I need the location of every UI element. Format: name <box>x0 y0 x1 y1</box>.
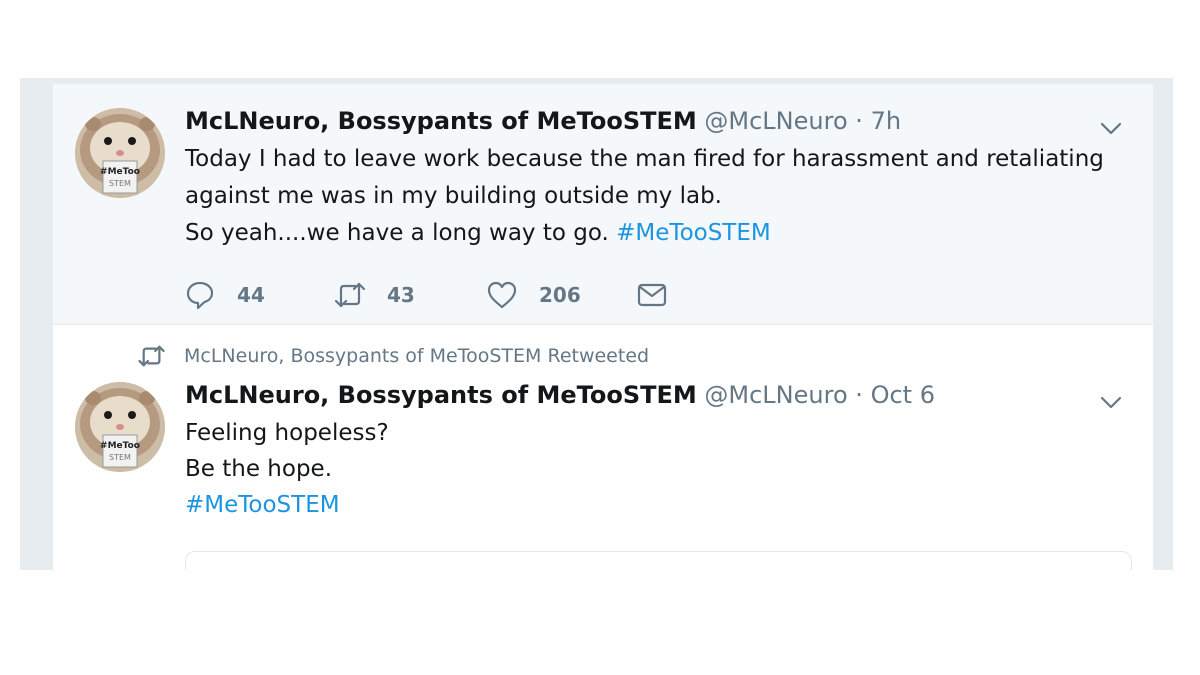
retweet-icon <box>138 345 165 367</box>
avatar-badge-text: #MeToo <box>100 441 140 451</box>
tweet-header: McLNeuro, Bossypants of MeTooSTEM @McLNe… <box>185 380 935 410</box>
retweet-count: 43 <box>387 283 415 307</box>
hashtag-link[interactable]: #MeTooSTEM <box>185 492 340 518</box>
tweet-text-line: So yeah....we have a long way to go. #Me… <box>185 215 1115 252</box>
retweet-icon <box>335 282 365 308</box>
chevron-down-icon[interactable] <box>1099 116 1123 140</box>
chevron-down-icon[interactable] <box>1099 390 1123 414</box>
heart-icon <box>487 281 517 309</box>
reply-button[interactable]: 44 <box>185 277 265 313</box>
timeline-frame: #MeToo STEM McLNeuro, Bossypants of MeTo… <box>20 78 1173 570</box>
tweet[interactable]: #MeToo STEM McLNeuro, Bossypants of MeTo… <box>53 84 1153 325</box>
tweet-text-line: Today I had to leave work because the ma… <box>185 146 1104 172</box>
tweet[interactable]: McLNeuro, Bossypants of MeTooSTEM Retwee… <box>53 326 1153 570</box>
timestamp[interactable]: Oct 6 <box>871 381 935 409</box>
tweet-text-line: against me was in my building outside my… <box>185 183 722 209</box>
retweeter-link[interactable]: McLNeuro, Bossypants of MeTooSTEM Retwee… <box>184 345 649 367</box>
timestamp[interactable]: 7h <box>871 107 901 135</box>
tweet-actions: 44 43 206 <box>185 277 705 313</box>
tweet-text: Today I had to leave work because the ma… <box>185 141 1115 252</box>
avatar-badge-text: #MeToo <box>100 167 140 177</box>
direct-message-button[interactable] <box>637 277 667 313</box>
hamster-avatar-icon: #MeToo STEM <box>75 108 165 198</box>
tweet-text-span: So yeah....we have a long way to go. <box>185 220 617 246</box>
avatar-badge-text: STEM <box>109 453 131 462</box>
retweet-button[interactable]: 43 <box>335 277 415 313</box>
hashtag-link[interactable]: #MeTooSTEM <box>616 220 771 246</box>
like-button[interactable]: 206 <box>487 277 581 313</box>
tweet-text-line: #MeTooSTEM <box>185 487 1115 523</box>
separator: · <box>855 107 863 135</box>
like-count: 206 <box>539 283 581 307</box>
envelope-icon <box>637 283 667 307</box>
reply-icon <box>186 281 214 310</box>
tweet-text-line: Feeling hopeless? <box>185 420 389 446</box>
tweet-text-line: Be the hope. <box>185 456 333 482</box>
author-name[interactable]: McLNeuro, Bossypants of MeTooSTEM <box>185 107 697 135</box>
separator: · <box>855 381 863 409</box>
media-card[interactable] <box>185 551 1132 570</box>
timeline: #MeToo STEM McLNeuro, Bossypants of MeTo… <box>53 84 1153 570</box>
author-name[interactable]: McLNeuro, Bossypants of MeTooSTEM <box>185 381 697 409</box>
reply-count: 44 <box>237 283 265 307</box>
retweet-context: McLNeuro, Bossypants of MeTooSTEM Retwee… <box>138 341 649 371</box>
avatar-badge-text: STEM <box>109 179 131 188</box>
avatar[interactable]: #MeToo STEM <box>75 108 165 198</box>
tweet-header: McLNeuro, Bossypants of MeTooSTEM @McLNe… <box>185 106 901 136</box>
author-handle[interactable]: @McLNeuro <box>704 381 847 409</box>
hamster-avatar-icon: #MeToo STEM <box>75 382 165 472</box>
author-handle[interactable]: @McLNeuro <box>704 107 847 135</box>
tweet-text: Feeling hopeless? Be the hope. #MeTooSTE… <box>185 415 1115 523</box>
avatar[interactable]: #MeToo STEM <box>75 382 165 472</box>
